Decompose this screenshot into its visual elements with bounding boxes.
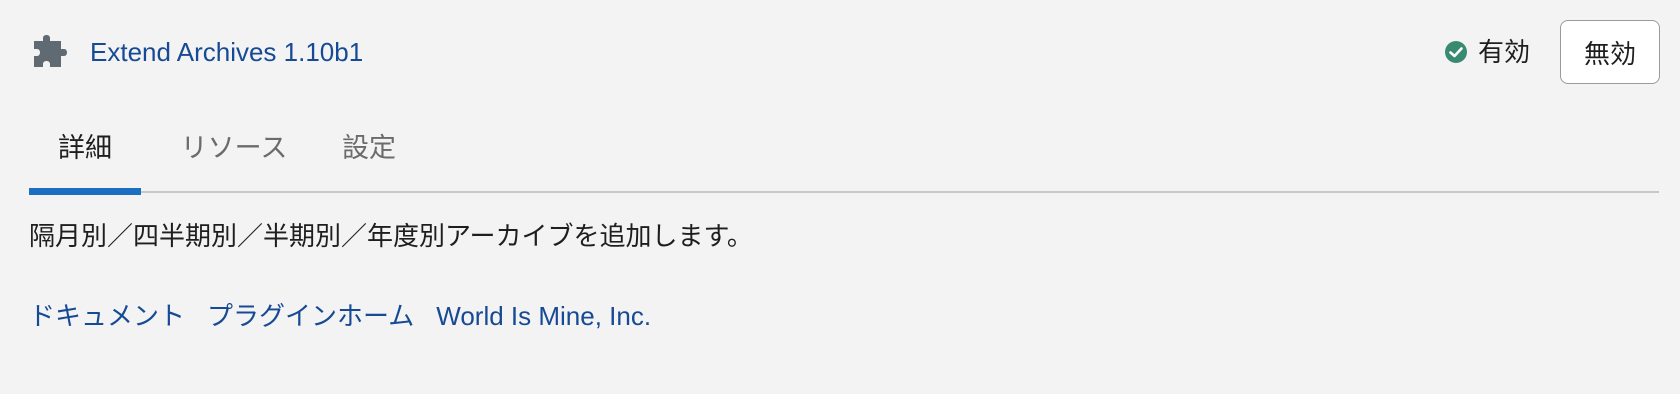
plugin-title-link[interactable]: Extend Archives 1.10b1	[90, 34, 363, 70]
tab-details[interactable]: 詳細	[29, 118, 141, 195]
author-link[interactable]: World Is Mine, Inc.	[436, 301, 651, 331]
status-label: 有効	[1477, 37, 1530, 67]
plugin-status: 有効	[1444, 34, 1530, 70]
tab-settings[interactable]: 設定	[329, 118, 409, 193]
tab-resources[interactable]: リソース	[164, 118, 304, 193]
check-circle-icon	[1444, 40, 1468, 64]
documentation-link[interactable]: ドキュメント	[29, 301, 185, 331]
plugin-description: 隔月別／四半期別／半期別／年度別アーカイブを追加します。	[29, 221, 753, 251]
tab-bar: 詳細 リソース 設定	[29, 118, 1659, 195]
plugin-header: Extend Archives 1.10b1 有効 無効	[30, 20, 1660, 88]
puzzle-piece-icon	[30, 32, 72, 74]
disable-button[interactable]: 無効	[1560, 20, 1660, 84]
plugin-links: ドキュメント プラグインホーム World Is Mine, Inc.	[29, 298, 673, 334]
plugin-home-link[interactable]: プラグインホーム	[207, 301, 414, 331]
